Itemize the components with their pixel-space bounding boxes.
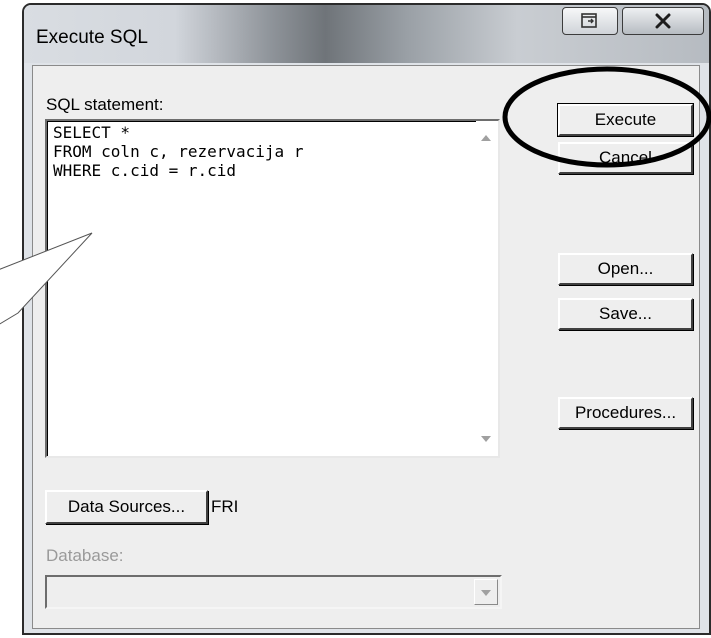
screenshot-page: Execute SQL SQL statement: SELECT * FROM…	[0, 0, 711, 638]
data-source-value: FRI	[211, 497, 239, 516]
restore-button[interactable]	[562, 7, 618, 35]
open-button[interactable]: Open...	[558, 253, 693, 285]
database-dropdown-button[interactable]	[474, 579, 498, 605]
window-title: Execute SQL	[36, 27, 148, 48]
database-label: Database:	[46, 546, 124, 565]
procedures-button[interactable]: Procedures...	[558, 397, 693, 429]
save-button[interactable]: Save...	[558, 298, 693, 330]
database-combobox[interactable]	[45, 575, 502, 609]
execute-button[interactable]: Execute	[557, 103, 694, 137]
close-icon	[655, 13, 671, 29]
execute-sql-dialog: Execute SQL SQL statement: SELECT * FROM…	[22, 3, 711, 635]
dialog-client-area: SQL statement: SELECT * FROM coln c, rez…	[32, 65, 700, 629]
restore-icon	[581, 13, 597, 28]
sql-vertical-scrollbar[interactable]	[476, 121, 498, 456]
cancel-button[interactable]: Cancel	[558, 142, 693, 174]
chevron-down-icon	[481, 590, 491, 596]
scroll-down-arrow-icon[interactable]	[481, 436, 491, 442]
sql-statement-text[interactable]: SELECT * FROM coln c, rezervacija r WHER…	[53, 123, 473, 180]
sql-statement-textarea[interactable]: SELECT * FROM coln c, rezervacija r WHER…	[45, 119, 500, 458]
data-sources-button[interactable]: Data Sources...	[45, 490, 208, 524]
scroll-up-arrow-icon[interactable]	[481, 135, 491, 141]
sql-statement-label: SQL statement:	[46, 95, 164, 114]
title-bar[interactable]: Execute SQL	[24, 5, 709, 63]
close-button[interactable]	[622, 7, 704, 35]
